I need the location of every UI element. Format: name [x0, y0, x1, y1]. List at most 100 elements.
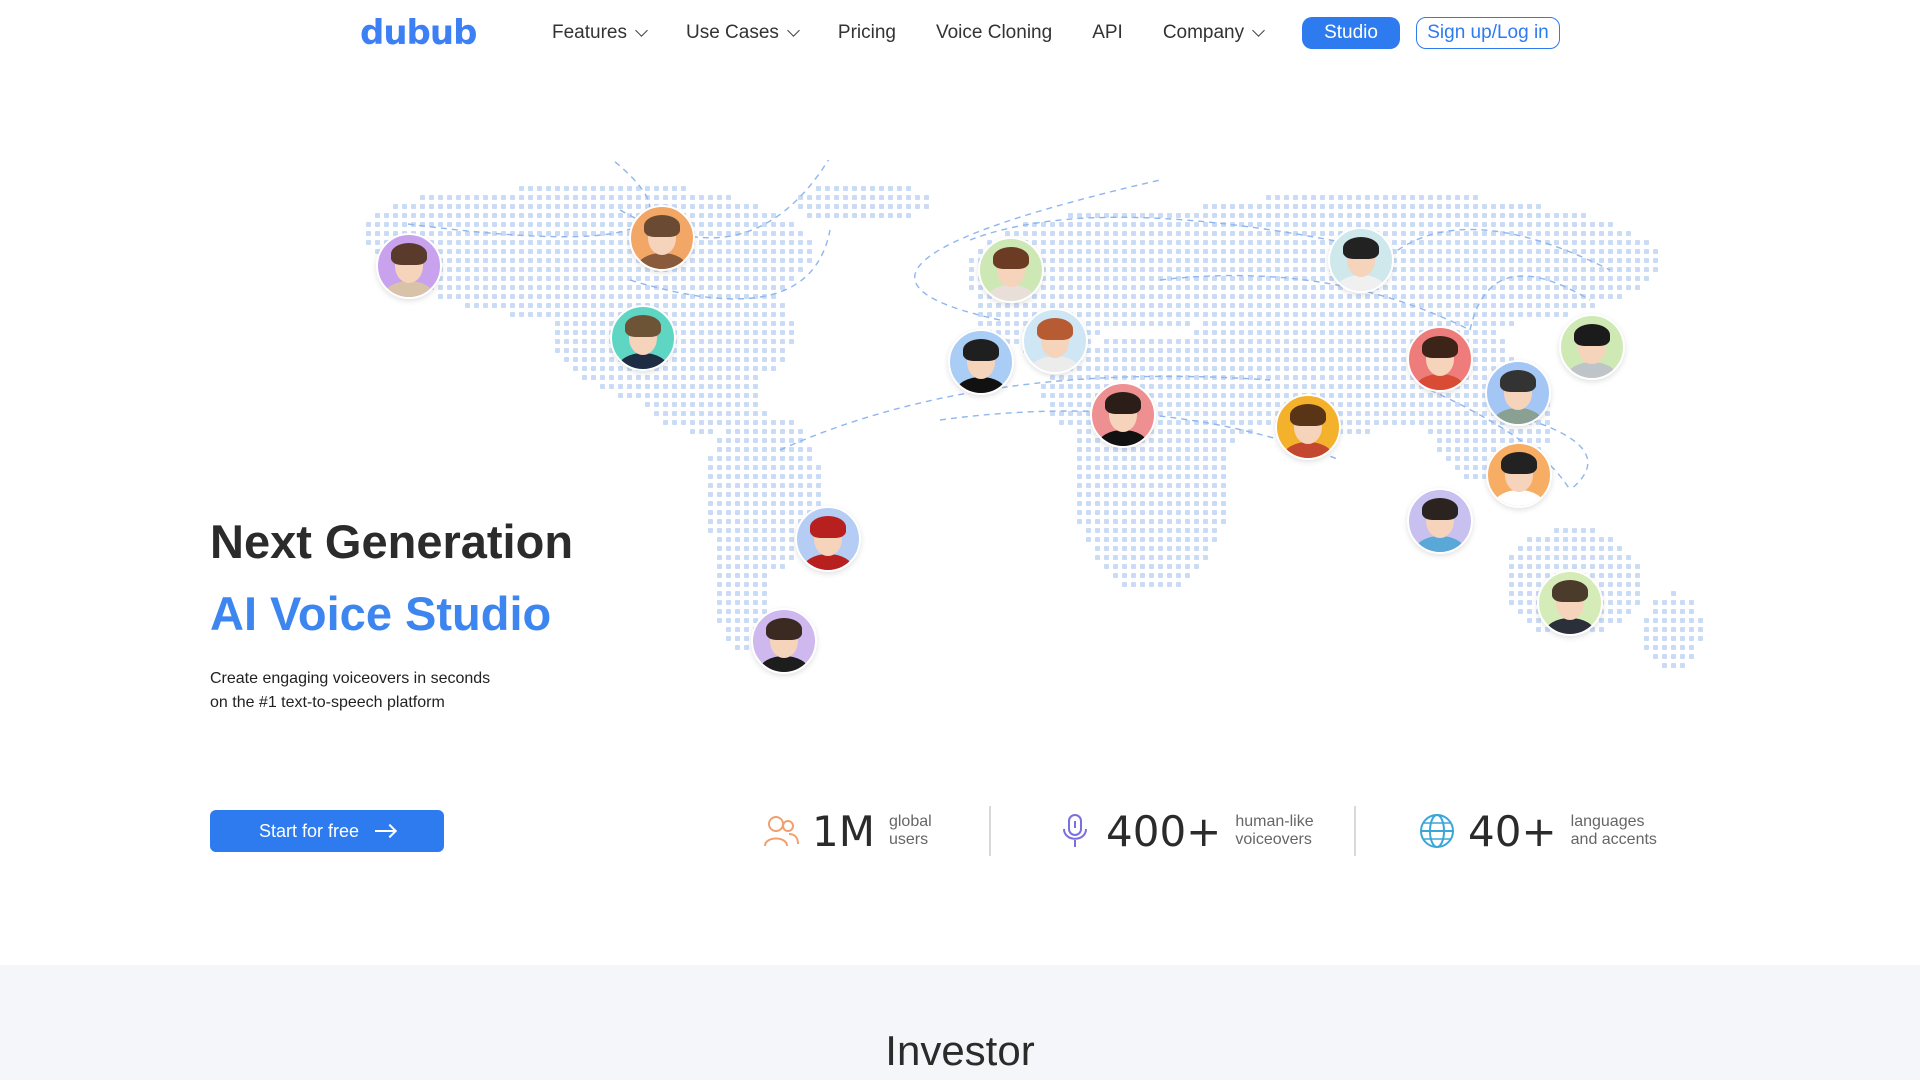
map-dot	[762, 591, 767, 596]
map-dot	[1095, 528, 1100, 533]
map-dot	[1257, 330, 1262, 335]
map-dot	[1365, 357, 1370, 362]
map-dot	[1059, 384, 1064, 389]
map-dot	[825, 204, 830, 209]
nav-item-company[interactable]: Company	[1163, 20, 1266, 46]
map-dot	[555, 294, 560, 299]
map-dot	[1446, 285, 1451, 290]
map-dot	[1473, 258, 1478, 263]
map-dot	[1041, 249, 1046, 254]
chevron-down-icon	[635, 24, 648, 37]
map-dot	[663, 393, 668, 398]
map-dot	[1104, 519, 1109, 524]
start-for-free-button[interactable]: Start for free	[210, 810, 444, 852]
map-dot	[1383, 375, 1388, 380]
map-dot	[1221, 285, 1226, 290]
map-dot	[1140, 249, 1145, 254]
map-dot	[1275, 348, 1280, 353]
map-dot	[1275, 321, 1280, 326]
logo[interactable]: dubub	[360, 6, 477, 60]
avatar-hair	[391, 243, 427, 265]
nav-item-use-cases[interactable]: Use Cases	[686, 20, 800, 46]
nav-item-voice-cloning[interactable]: Voice Cloning	[936, 20, 1052, 46]
map-dot	[1401, 339, 1406, 344]
map-dot	[1113, 573, 1118, 578]
signup-login-button[interactable]: Sign up/Log in	[1416, 17, 1560, 49]
map-dot	[1113, 456, 1118, 461]
map-dot	[1005, 303, 1010, 308]
studio-button[interactable]: Studio	[1302, 17, 1400, 49]
map-dot	[690, 366, 695, 371]
map-dot	[780, 231, 785, 236]
map-dot	[825, 195, 830, 200]
map-dot	[1419, 231, 1424, 236]
map-dot	[591, 312, 596, 317]
map-dot	[762, 213, 767, 218]
map-dot	[1608, 555, 1613, 560]
map-dot	[1239, 303, 1244, 308]
map-dot	[1284, 285, 1289, 290]
map-dot	[789, 339, 794, 344]
map-dot	[1185, 456, 1190, 461]
map-dot	[1257, 384, 1262, 389]
map-dot	[798, 429, 803, 434]
map-dot	[1401, 267, 1406, 272]
map-dot	[1509, 555, 1514, 560]
map-dot	[1050, 375, 1055, 380]
nav-item-api[interactable]: API	[1092, 20, 1123, 46]
map-dot	[564, 357, 569, 362]
map-dot	[1518, 267, 1523, 272]
map-dot	[1185, 348, 1190, 353]
map-dot	[762, 429, 767, 434]
map-dot	[627, 186, 632, 191]
map-dot	[600, 348, 605, 353]
map-dot	[735, 645, 740, 650]
map-dot	[1599, 582, 1604, 587]
map-dot	[1518, 564, 1523, 569]
map-dot	[1383, 339, 1388, 344]
nav-item-features[interactable]: Features	[552, 20, 648, 46]
map-dot	[1473, 294, 1478, 299]
map-dot	[1167, 555, 1172, 560]
map-dot	[1203, 348, 1208, 353]
map-dot	[825, 213, 830, 218]
map-dot	[735, 276, 740, 281]
map-dot	[609, 375, 614, 380]
map-dot	[1077, 447, 1082, 452]
map-dot	[717, 321, 722, 326]
map-dot	[1185, 528, 1190, 533]
map-dot	[1140, 465, 1145, 470]
map-dot	[555, 240, 560, 245]
map-dot	[1059, 375, 1064, 380]
map-dot	[1230, 321, 1235, 326]
map-dot	[1284, 339, 1289, 344]
map-dot	[726, 546, 731, 551]
map-dot	[1293, 294, 1298, 299]
map-dot	[1428, 402, 1433, 407]
map-dot	[1221, 258, 1226, 263]
start-button-label: Start for free	[258, 820, 360, 841]
map-dot	[726, 609, 731, 614]
map-dot	[744, 348, 749, 353]
map-dot	[555, 195, 560, 200]
map-dot	[1626, 591, 1631, 596]
map-dot	[465, 240, 470, 245]
map-dot	[1473, 420, 1478, 425]
map-dot	[1554, 294, 1559, 299]
map-dot	[681, 420, 686, 425]
map-dot	[654, 186, 659, 191]
map-dot	[1563, 312, 1568, 317]
map-dot	[726, 249, 731, 254]
nav-item-pricing[interactable]: Pricing	[838, 20, 896, 46]
map-dot	[1275, 330, 1280, 335]
map-dot	[582, 222, 587, 227]
map-dot	[1572, 537, 1577, 542]
map-dot	[1140, 339, 1145, 344]
map-dot	[1338, 303, 1343, 308]
map-dot	[1140, 582, 1145, 587]
map-dot	[1176, 474, 1181, 479]
map-dot	[1248, 312, 1253, 317]
map-dot	[1095, 285, 1100, 290]
map-dot	[1446, 438, 1451, 443]
map-dot	[1536, 312, 1541, 317]
